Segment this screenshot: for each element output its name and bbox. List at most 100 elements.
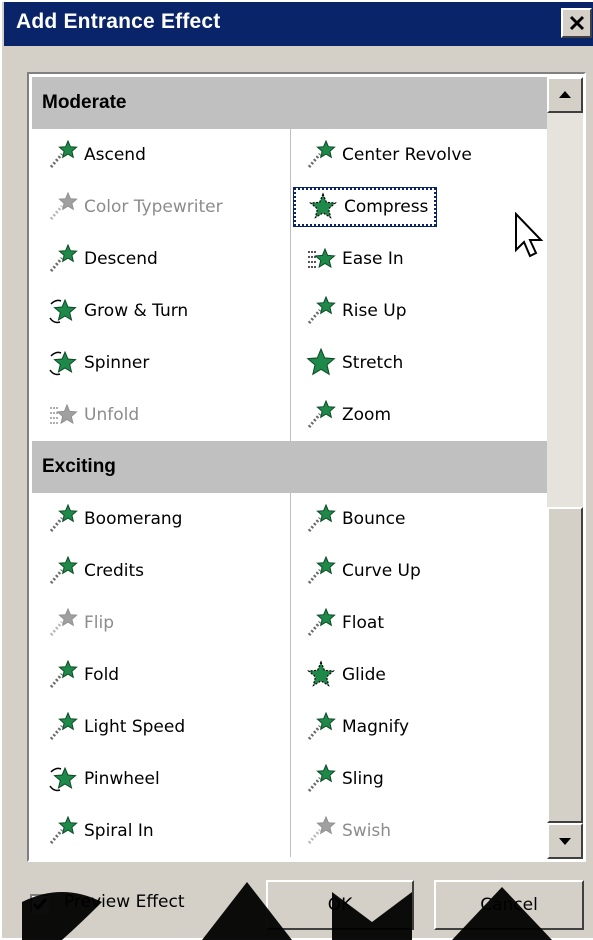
footer-bar: Preview Effect OK Cancel <box>4 870 593 940</box>
window-title: Add Entrance Effect <box>16 10 221 33</box>
section-header-exciting: Exciting <box>32 441 547 493</box>
star-trail-icon <box>49 556 78 584</box>
effect-item-descend[interactable]: Descend <box>36 236 286 282</box>
effect-item-grow-turn[interactable]: Grow & Turn <box>36 288 286 334</box>
effect-item-pinwheel[interactable]: Pinwheel <box>36 756 286 802</box>
star-trail-icon <box>49 660 78 688</box>
effect-item-ascend[interactable]: Ascend <box>36 132 286 178</box>
effect-item-content: Compress <box>292 187 438 227</box>
effect-item-content: Magnify <box>294 708 415 746</box>
effect-label: Ascend <box>84 145 146 165</box>
title-bar[interactable]: Add Entrance Effect <box>4 2 593 46</box>
effect-item-content: Fold <box>36 656 125 694</box>
effect-item-content: Color Typewriter <box>36 188 229 226</box>
mouse-pointer-icon <box>515 212 544 258</box>
effect-label: Sling <box>342 769 384 789</box>
star-spin-icon <box>49 766 77 792</box>
effect-item-ease-in[interactable]: Ease In <box>294 236 544 282</box>
star-ease-icon <box>308 247 336 269</box>
close-icon <box>569 15 584 31</box>
effect-label: Spinner <box>84 353 150 373</box>
effect-label: Ease In <box>342 249 404 269</box>
effect-label: Glide <box>342 665 386 685</box>
cancel-button[interactable]: Cancel <box>434 880 584 930</box>
effect-item-magnify[interactable]: Magnify <box>294 704 544 750</box>
effect-item-fold[interactable]: Fold <box>36 652 286 698</box>
effect-item-zoom[interactable]: Zoom <box>294 392 544 438</box>
star-spin-icon <box>49 350 77 376</box>
effects-list[interactable]: Moderate Ascend Center Revolve Color Typewr… <box>27 72 586 862</box>
effect-label: Zoom <box>342 405 392 425</box>
effect-item-boomerang[interactable]: Boomerang <box>36 496 286 542</box>
vertical-scrollbar[interactable] <box>547 77 583 859</box>
effect-item-content: Glide <box>294 656 392 694</box>
star-trail-icon <box>307 556 336 584</box>
effect-label: Credits <box>84 561 144 581</box>
effect-label: Curve Up <box>342 561 421 581</box>
effect-label: Rise Up <box>342 301 407 321</box>
effect-item-center-revolve[interactable]: Center Revolve <box>294 132 544 178</box>
effect-item-compress[interactable]: Compress <box>292 184 544 230</box>
effect-item-content: Ease In <box>294 240 410 278</box>
effect-item-spinner[interactable]: Spinner <box>36 340 286 386</box>
preview-effect-checkbox[interactable] <box>30 894 50 914</box>
scroll-thumb[interactable] <box>547 507 583 823</box>
cancel-button-label: Cancel <box>480 895 538 915</box>
close-button[interactable] <box>561 8 592 38</box>
effect-item-content: Pinwheel <box>36 760 166 798</box>
effect-label: Color Typewriter <box>84 197 223 217</box>
star-trail-icon <box>307 504 336 532</box>
scroll-up-button[interactable] <box>547 77 583 113</box>
effect-label: Bounce <box>342 509 406 529</box>
ok-button[interactable]: OK <box>266 880 414 930</box>
effect-item-content: Stretch <box>294 344 409 382</box>
effect-label: Stretch <box>342 353 404 373</box>
star-trail-icon <box>307 140 336 168</box>
effect-item-content: Ascend <box>36 136 152 174</box>
star-trail-icon <box>49 192 78 220</box>
effect-label: Float <box>342 613 384 633</box>
effect-item-content: Flip <box>36 604 120 642</box>
star-trail-icon <box>49 608 78 636</box>
effect-label: Flip <box>84 613 115 633</box>
effect-item-credits[interactable]: Credits <box>36 548 286 594</box>
effect-label: Pinwheel <box>84 769 160 789</box>
ok-button-label: OK <box>327 895 353 915</box>
effect-item-stretch[interactable]: Stretch <box>294 340 544 386</box>
effect-item-sling[interactable]: Sling <box>294 756 544 802</box>
scroll-up-arrow-icon <box>559 91 571 98</box>
effect-item-spiral-in[interactable]: Spiral In <box>36 808 286 854</box>
effect-label: Descend <box>84 249 158 269</box>
scroll-down-button[interactable] <box>547 823 583 859</box>
preview-effect-label[interactable]: Preview Effect <box>64 892 185 912</box>
effect-item-content: Sling <box>294 760 390 798</box>
effect-item-content: Grow & Turn <box>36 292 194 330</box>
star-trail-icon <box>307 400 336 428</box>
star-trail-icon <box>307 712 336 740</box>
effect-item-content: Center Revolve <box>294 136 478 174</box>
star-trail-icon <box>307 816 336 844</box>
effect-item-curve-up[interactable]: Curve Up <box>294 548 544 594</box>
effect-item-content: Unfold <box>36 396 145 434</box>
effect-item-content: Bounce <box>294 500 411 538</box>
effect-label: Magnify <box>342 717 410 737</box>
effect-item-light-speed[interactable]: Light Speed <box>36 704 286 750</box>
effect-item-glide[interactable]: Glide <box>294 652 544 698</box>
effect-item-bounce[interactable]: Bounce <box>294 496 544 542</box>
star-ease-icon <box>50 403 78 425</box>
effect-item-content: Boomerang <box>36 500 188 538</box>
star-trail-icon <box>49 504 78 532</box>
effect-item-content: Descend <box>36 240 164 278</box>
effect-item-flip: Flip <box>36 600 286 646</box>
effect-item-content: Float <box>294 604 390 642</box>
star-trail-icon <box>307 608 336 636</box>
star-trail-icon <box>49 816 78 844</box>
effect-item-rise-up[interactable]: Rise Up <box>294 288 544 334</box>
effect-item-content: Credits <box>36 552 150 590</box>
effect-label: Compress <box>344 197 429 217</box>
effect-label: Light Speed <box>84 717 186 737</box>
effect-item-content: Zoom <box>294 396 397 434</box>
effect-item-content: Spinner <box>36 344 155 382</box>
effect-label: Boomerang <box>84 509 183 529</box>
effect-item-float[interactable]: Float <box>294 600 544 646</box>
